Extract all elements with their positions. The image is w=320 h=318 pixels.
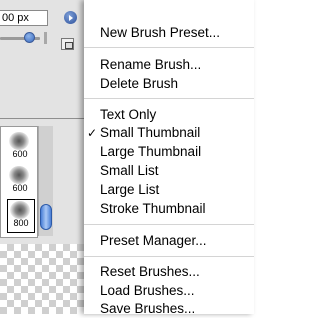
new-preset-icon[interactable] — [61, 38, 74, 50]
menu-item-load-brushes[interactable]: Load Brushes... — [100, 282, 195, 300]
brush-tip-icon — [9, 132, 29, 150]
checkmark-icon: ✓ — [87, 126, 98, 140]
menu-item-small-thumbnail[interactable]: ✓ Small Thumbnail — [87, 124, 200, 142]
menu-item-preset-manager[interactable]: Preset Manager... — [100, 232, 207, 250]
menu-item-rename-brush[interactable]: Rename Brush... — [100, 56, 201, 74]
brushes-panel: 00 px 600 600 800 — [0, 0, 90, 314]
diameter-slider-thumb[interactable] — [24, 32, 35, 43]
brush-preset[interactable]: 600 — [7, 131, 33, 163]
brush-size-label: 600 — [12, 183, 28, 193]
brush-tip-icon — [9, 166, 29, 184]
panel-menu-button[interactable] — [64, 11, 77, 24]
menu-item-new-brush-preset[interactable]: New Brush Preset... — [100, 24, 220, 42]
scrollbar-thumb[interactable] — [40, 204, 52, 230]
transparency-checkerboard — [0, 244, 90, 314]
menu-item-reset-brushes[interactable]: Reset Brushes... — [100, 263, 200, 281]
brush-thumbnail-grid: 600 600 800 — [0, 126, 38, 238]
brushes-panel-menu: New Brush Preset... Rename Brush... Dele… — [84, 0, 254, 316]
brush-size-label: 600 — [12, 149, 28, 159]
brush-list-scrollbar[interactable] — [38, 126, 53, 236]
menu-item-delete-brush[interactable]: Delete Brush — [100, 75, 178, 93]
brush-preset-selected[interactable]: 800 — [7, 199, 35, 233]
menu-separator — [84, 47, 254, 48]
menu-item-large-list[interactable]: Large List — [100, 181, 159, 199]
menu-item-save-brushes[interactable]: Save Brushes... — [100, 300, 195, 318]
menu-item-large-thumbnail[interactable]: Large Thumbnail — [100, 143, 201, 161]
right-triangle-icon — [69, 14, 73, 21]
panel-divider — [0, 118, 90, 119]
menu-separator — [84, 98, 254, 99]
brush-tip-icon — [10, 201, 30, 219]
menu-separator — [84, 224, 254, 225]
brush-preset[interactable]: 600 — [7, 165, 33, 197]
slider-end-cap — [44, 32, 47, 44]
menu-item-small-list[interactable]: Small List — [100, 162, 159, 180]
menu-item-text-only[interactable]: Text Only — [100, 106, 156, 124]
master-diameter-field[interactable]: 00 px — [0, 10, 48, 26]
brush-size-label: 800 — [13, 218, 29, 228]
menu-separator — [84, 256, 254, 257]
menu-item-stroke-thumbnail[interactable]: Stroke Thumbnail — [100, 200, 206, 218]
